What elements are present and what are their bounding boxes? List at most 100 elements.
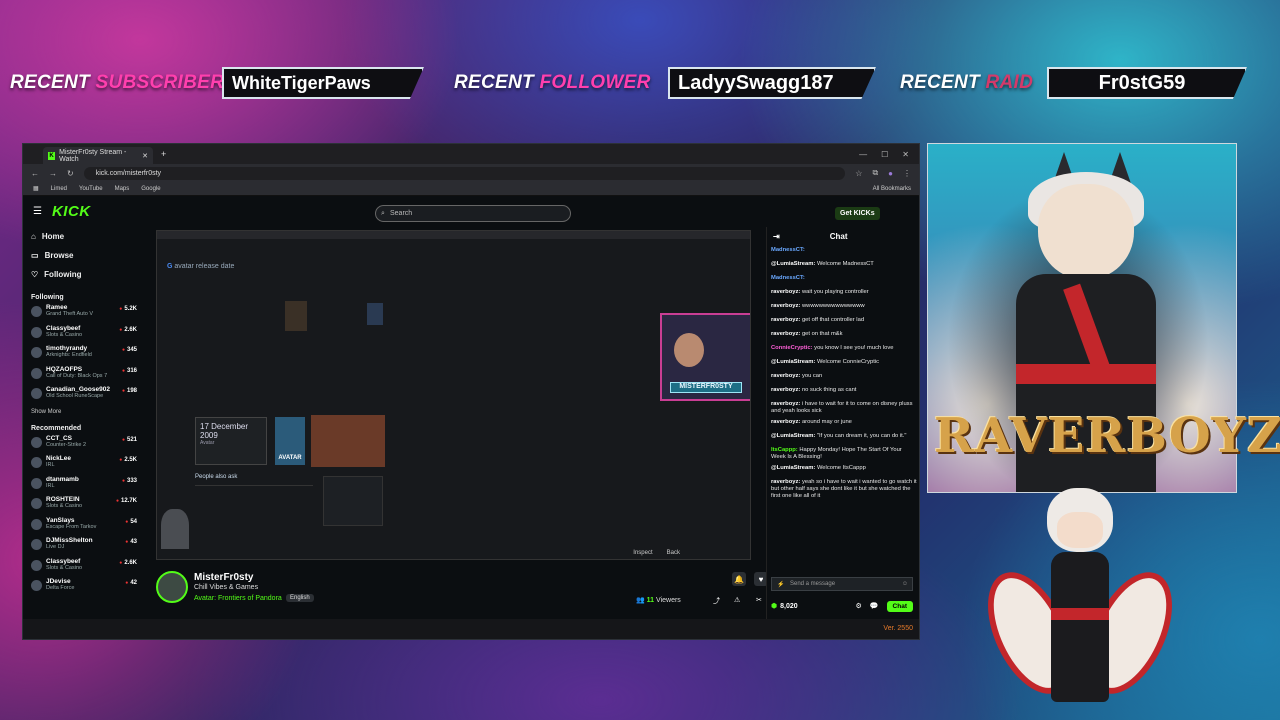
sidebar-channel[interactable]: CCT_CSCounter-Strike 2 521 bbox=[31, 435, 143, 456]
show-more-link[interactable]: Show More bbox=[31, 409, 143, 415]
all-bookmarks[interactable]: All Bookmarks bbox=[873, 186, 919, 192]
inspect-label[interactable]: Inspect bbox=[633, 550, 652, 556]
back-label[interactable]: Back bbox=[667, 550, 680, 556]
sidebar-channel[interactable]: ClassybeefSlots & Casino 2.6K bbox=[31, 558, 143, 579]
bookmark-item[interactable]: Google bbox=[141, 186, 160, 192]
sidebar-channel[interactable]: RameeGrand Theft Auto V 5.2K bbox=[31, 304, 143, 325]
chat-username[interactable]: raverboyz: bbox=[771, 317, 800, 323]
share-icon[interactable]: ⤴ bbox=[713, 596, 720, 606]
sidebar-channel[interactable]: ROSHTEINSlots & Casino 12.7K bbox=[31, 496, 143, 517]
channel-name: ROSHTEIN bbox=[46, 496, 80, 503]
get-kicks-button[interactable]: Get KICKs bbox=[835, 207, 880, 220]
emoji-icon[interactable]: ☺ bbox=[902, 581, 908, 587]
channel-points[interactable]: 8,020 bbox=[780, 603, 798, 610]
profile-icon[interactable]: ● bbox=[888, 169, 893, 178]
chibi-character-image bbox=[970, 478, 1190, 720]
chat-username[interactable]: raverboyz: bbox=[771, 289, 800, 295]
sidebar-channel[interactable]: dtanmambIRL 333 bbox=[31, 476, 143, 497]
chat-username[interactable]: ConnieCryptic: bbox=[771, 345, 813, 351]
recent-follower-value: LadyySwagg187 bbox=[678, 71, 834, 94]
avatar bbox=[31, 347, 42, 358]
chat-message: raverboyz: you can bbox=[767, 371, 919, 385]
chat-username[interactable]: @LumiaStream: bbox=[771, 261, 815, 267]
settings-gear-icon[interactable]: ⚙ bbox=[856, 602, 862, 610]
chat-username[interactable]: raverboyz: bbox=[771, 331, 800, 337]
sidebar-channel[interactable]: DJMissSheltonLive DJ 43 bbox=[31, 537, 143, 558]
bookmark-item[interactable]: YouTube bbox=[79, 186, 103, 192]
recent-subscriber-label: RECENT bbox=[10, 72, 90, 93]
chat-username[interactable]: raverboyz: bbox=[771, 303, 800, 309]
search-input[interactable]: ⌕ Search bbox=[375, 205, 571, 222]
streamer-name[interactable]: MisterFr0sty bbox=[194, 572, 253, 583]
avatar[interactable] bbox=[156, 571, 188, 603]
close-window-icon[interactable]: ✕ bbox=[902, 150, 909, 159]
chat-message: @LumiaStream: Welcome ConnieCryptic bbox=[767, 357, 919, 371]
chat-username[interactable]: raverboyz: bbox=[771, 419, 800, 425]
close-tab-icon[interactable]: ✕ bbox=[142, 152, 148, 160]
chat-username[interactable]: @LumiaStream: bbox=[771, 465, 815, 471]
chat-username[interactable]: MadnessCT: bbox=[771, 247, 805, 253]
chat-message: @LumiaStream: Welcome ItsCappp bbox=[767, 463, 919, 477]
video-player[interactable]: G avatar release date 17 December 2009 A… bbox=[156, 230, 751, 560]
movie-poster-image bbox=[285, 301, 307, 331]
menu-dots-icon[interactable]: ⋮ bbox=[903, 169, 911, 178]
hamburger-menu-icon[interactable]: ☰ bbox=[33, 206, 42, 217]
chat-message: MadnessCT: bbox=[767, 245, 919, 259]
sidebar-item-browse[interactable]: ▭ Browse bbox=[31, 246, 143, 265]
chat-username[interactable]: @LumiaStream: bbox=[771, 359, 815, 365]
browser-tab[interactable]: K MisterFr0sty Stream - Watch ✕ bbox=[43, 147, 153, 164]
maximize-icon[interactable]: ☐ bbox=[881, 150, 888, 159]
character-face-image bbox=[1038, 184, 1134, 280]
release-date-sub: Avatar bbox=[200, 440, 215, 446]
channel-category: Old School RuneScape bbox=[46, 393, 104, 399]
bookmark-item[interactable]: Maps bbox=[115, 186, 130, 192]
channel-viewer-count: 2.5K bbox=[119, 457, 137, 463]
apps-grid-icon[interactable]: ▦ bbox=[33, 185, 39, 192]
kick-logo[interactable]: KICK bbox=[52, 203, 91, 220]
chat-username[interactable]: @LumiaStream: bbox=[771, 433, 815, 439]
notification-bell-icon[interactable]: 🔔 bbox=[732, 572, 746, 586]
minimize-icon[interactable]: — bbox=[859, 150, 867, 159]
report-icon[interactable]: ⚠ bbox=[734, 596, 740, 604]
channel-name: CCT_CS bbox=[46, 434, 73, 442]
collapse-chat-icon[interactable]: ⇥ bbox=[773, 232, 780, 241]
chat-username[interactable]: raverboyz: bbox=[771, 373, 800, 379]
avatar bbox=[31, 580, 42, 591]
channel-name: DJMissShelton bbox=[46, 537, 93, 544]
sidebar-channel[interactable]: Canadian_Goose902Old School RuneScape 198 bbox=[31, 386, 143, 407]
chat-username[interactable]: raverboyz: bbox=[771, 401, 800, 407]
forward-arrow-icon[interactable]: → bbox=[49, 169, 57, 178]
back-arrow-icon[interactable]: ← bbox=[31, 169, 39, 178]
address-bar[interactable]: kick.com/misterfr0sty bbox=[83, 166, 846, 180]
kick-favicon-icon: K bbox=[48, 151, 56, 160]
sidebar-channel[interactable]: JDeviseDelta Force 42 bbox=[31, 578, 143, 599]
chat-input[interactable]: ⚡ Send a message ☺ bbox=[771, 577, 913, 591]
chat-username[interactable]: raverboyz: bbox=[771, 387, 800, 393]
channel-category: Slots & Casino bbox=[46, 503, 83, 509]
sidebar-channel[interactable]: YanSlaysEscape From Tarkov 54 bbox=[31, 517, 143, 538]
sidebar-channel[interactable]: ClassybeefSlots & Casino 2.6K bbox=[31, 325, 143, 346]
sidebar-channel[interactable]: timothyrandyArknights: Endfield 345 bbox=[31, 345, 143, 366]
sidebar-channel[interactable]: NickLeeIRL 2.5K bbox=[31, 455, 143, 476]
chat-send-button[interactable]: Chat bbox=[886, 600, 913, 612]
chat-users-icon[interactable]: 💬 bbox=[870, 602, 879, 610]
version-bar: Ver. 2550 bbox=[23, 619, 919, 639]
sidebar-item-home[interactable]: ⌂ Home bbox=[31, 227, 143, 246]
chat-username[interactable]: MadnessCT: bbox=[771, 275, 805, 281]
chat-username[interactable]: ItsCappp: bbox=[771, 447, 798, 453]
stream-category[interactable]: Avatar: Frontiers of Pandora bbox=[194, 595, 282, 602]
sidebar-item-following[interactable]: ♡ Following bbox=[31, 265, 143, 284]
chat-slash-icon[interactable]: ⚡ bbox=[777, 581, 784, 588]
reload-icon[interactable]: ↻ bbox=[67, 169, 74, 178]
chat-username[interactable]: raverboyz: bbox=[771, 479, 800, 485]
chat-title: Chat bbox=[829, 231, 848, 241]
bookmark-star-icon[interactable]: ☆ bbox=[855, 169, 862, 178]
extensions-icon[interactable]: ⧉ bbox=[872, 168, 878, 178]
bookmark-item[interactable]: Limed bbox=[51, 186, 67, 192]
home-icon: ⌂ bbox=[31, 232, 36, 241]
new-tab-icon[interactable]: + bbox=[161, 149, 166, 159]
channel-name: Canadian_Goose902 bbox=[46, 386, 110, 393]
language-badge[interactable]: English bbox=[286, 594, 314, 602]
clip-icon[interactable]: ✂ bbox=[756, 596, 762, 604]
sidebar-channel[interactable]: HQZAOFPSCall of Duty: Black Ops 7 316 bbox=[31, 366, 143, 387]
